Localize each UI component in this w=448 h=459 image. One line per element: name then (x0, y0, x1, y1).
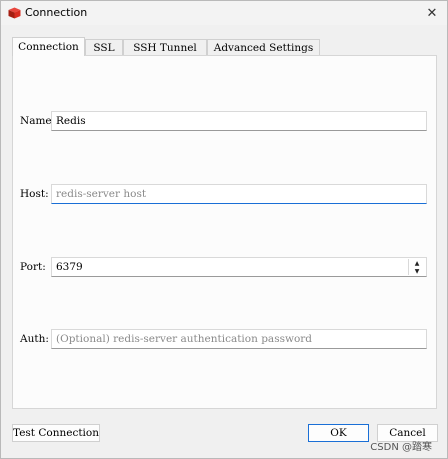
test-connection-button[interactable]: Test Connection (12, 424, 100, 442)
connection-panel (12, 55, 437, 409)
name-field[interactable] (51, 111, 427, 131)
tab-ssh-tunnel[interactable]: SSH Tunnel (123, 39, 207, 55)
watermark: CSDN @踏寒 (370, 442, 432, 453)
spin-up-icon[interactable]: ▲ (409, 259, 425, 267)
tab-connection[interactable]: Connection (12, 37, 85, 56)
ok-button[interactable]: OK (308, 424, 369, 442)
tab-advanced-settings[interactable]: Advanced Settings (207, 39, 320, 55)
host-input[interactable] (56, 188, 426, 200)
close-button[interactable]: ✕ (417, 1, 447, 25)
name-input[interactable] (56, 115, 426, 127)
port-spinbox[interactable]: ▲ ▼ (51, 257, 427, 277)
tab-ssl[interactable]: SSL (85, 39, 123, 55)
port-input[interactable] (56, 261, 426, 273)
auth-field[interactable] (51, 329, 427, 349)
host-field[interactable] (51, 184, 427, 204)
auth-label: Auth: (20, 333, 49, 345)
spin-down-icon[interactable]: ▼ (409, 267, 425, 275)
host-label: Host: (20, 188, 49, 200)
close-icon: ✕ (426, 5, 438, 21)
redis-logo-icon (8, 7, 21, 19)
connection-dialog: Connection ✕ Connection SSL SSH Tunnel A… (0, 0, 448, 459)
name-label: Name (20, 115, 52, 127)
auth-input[interactable] (56, 333, 426, 345)
port-stepper[interactable]: ▲ ▼ (408, 259, 425, 275)
title-bar[interactable]: Connection ✕ (1, 1, 447, 25)
port-label: Port: (20, 261, 46, 273)
window-title: Connection (25, 6, 88, 19)
